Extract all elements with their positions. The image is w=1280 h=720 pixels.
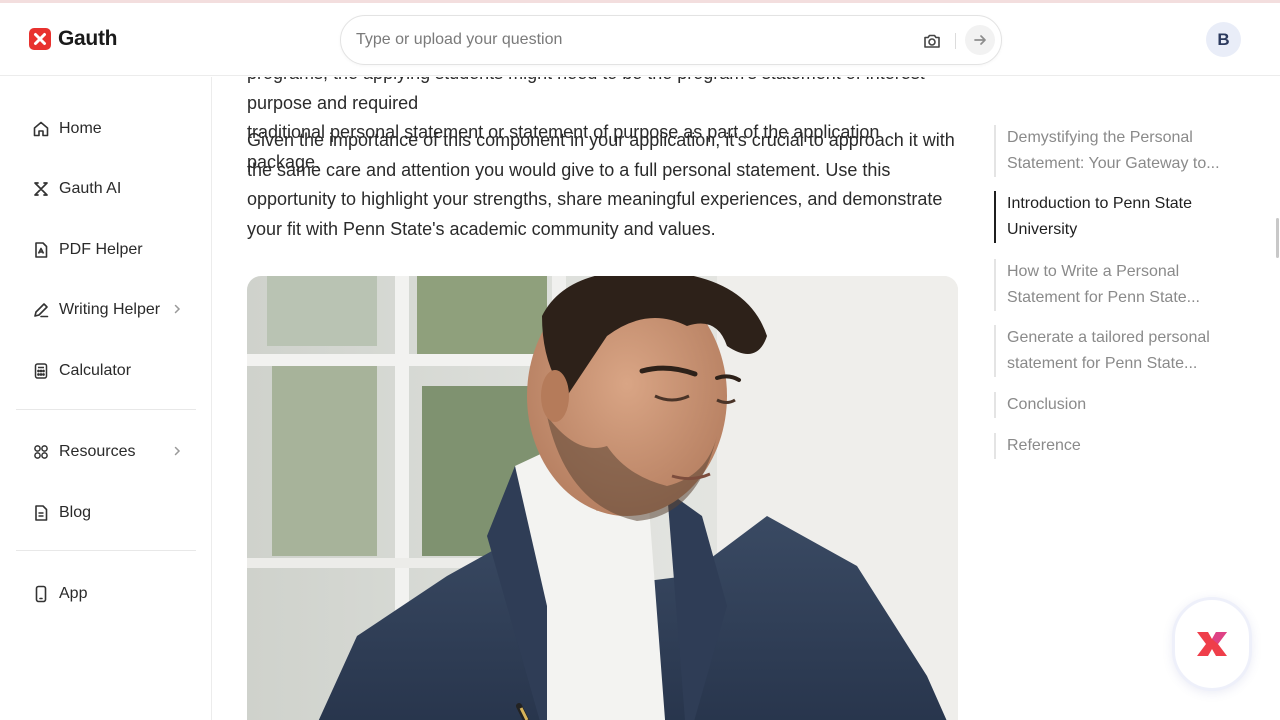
gauth-logo-icon <box>1197 632 1227 656</box>
logo-text: Gauth <box>58 27 118 50</box>
article-paragraph: Given the importance of this component i… <box>247 130 955 239</box>
sidebar-item-resources[interactable]: Resources <box>16 430 196 474</box>
submit-arrow-button[interactable] <box>965 25 995 55</box>
sidebar-item-label: Blog <box>59 504 92 521</box>
phone-icon <box>31 584 51 604</box>
sidebar-item-label: Calculator <box>59 362 132 379</box>
home-icon <box>31 119 51 139</box>
logo[interactable]: Gauth <box>29 27 117 51</box>
search-input[interactable] <box>356 16 896 64</box>
sidebar-divider <box>16 409 196 410</box>
blog-icon <box>31 503 51 523</box>
sidebar-item-home[interactable]: Home <box>16 107 196 151</box>
calculator-icon <box>31 361 51 381</box>
toc-item[interactable]: Demystifying the Personal Statement: You… <box>994 125 1224 177</box>
toc-item[interactable]: Generate a tailored personal statement f… <box>994 325 1224 377</box>
sidebar-item-label: Resources <box>59 443 136 460</box>
arrow-right-icon <box>974 35 986 45</box>
sidebar-item-pdf-helper[interactable]: PDF Helper <box>16 228 196 272</box>
sidebar-item-blog[interactable]: Blog <box>16 491 196 535</box>
pen-icon <box>31 300 51 320</box>
sidebar-item-label: Gauth AI <box>59 180 122 197</box>
article-photo <box>247 276 958 720</box>
toc-item[interactable]: How to Write a Personal Statement for Pe… <box>994 259 1224 311</box>
grid-icon <box>31 442 51 462</box>
paragraph-partial-line: programs, the applying students might ne… <box>247 77 925 113</box>
sidebar-item-calculator[interactable]: Calculator <box>16 349 196 393</box>
scrollbar-track[interactable] <box>1274 76 1280 720</box>
chevron-right-icon <box>170 302 184 316</box>
toc-item[interactable]: Conclusion <box>994 392 1224 418</box>
camera-icon[interactable] <box>921 30 943 52</box>
sidebar-item-label: PDF Helper <box>59 241 143 258</box>
search-bar <box>340 15 1002 65</box>
search-divider <box>955 33 956 49</box>
gauth-ai-icon <box>31 179 51 199</box>
sidebar-item-gauth-ai[interactable]: Gauth AI <box>16 167 196 211</box>
sidebar-item-label: Home <box>59 120 102 137</box>
sidebar: Home Gauth AI PDF Helper Writing Helper … <box>0 77 212 720</box>
sidebar-item-app[interactable]: App <box>16 572 196 616</box>
avatar[interactable]: B <box>1206 22 1241 57</box>
sidebar-item-label: Writing Helper <box>59 301 161 318</box>
pdf-icon <box>31 240 51 260</box>
toc-item-active[interactable]: Introduction to Penn State University <box>994 191 1224 243</box>
gauth-assistant-button[interactable] <box>1172 597 1252 691</box>
chevron-right-icon <box>170 444 184 458</box>
scrollbar-thumb[interactable] <box>1276 218 1279 258</box>
gauth-logo-icon <box>29 28 51 50</box>
toc-item[interactable]: Reference <box>994 433 1224 459</box>
article-content: programs, the applying students might ne… <box>213 77 973 720</box>
sidebar-divider <box>16 550 196 551</box>
sidebar-item-label: App <box>59 585 88 602</box>
header: Gauth B <box>0 3 1280 76</box>
sidebar-item-writing-helper[interactable]: Writing Helper <box>16 288 196 332</box>
